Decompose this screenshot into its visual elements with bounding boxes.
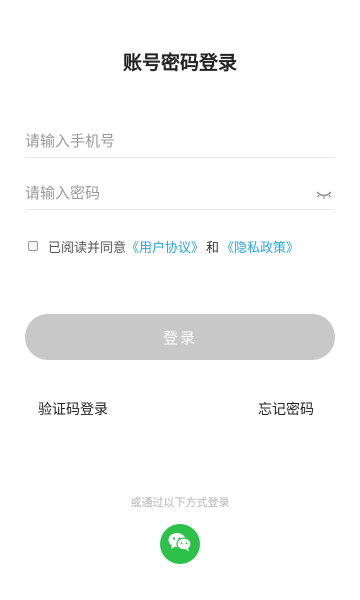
user-agreement-link[interactable]: 《用户协议》 bbox=[126, 237, 204, 256]
privacy-policy-link[interactable]: 《隐私政策》 bbox=[221, 237, 299, 256]
agreement-prefix: 已阅读并同意 bbox=[48, 240, 127, 256]
wechat-icon bbox=[167, 531, 193, 557]
phone-input[interactable] bbox=[25, 126, 335, 156]
wechat-login-button[interactable] bbox=[160, 524, 200, 564]
phone-field bbox=[25, 126, 335, 158]
eye-closed-icon[interactable] bbox=[313, 184, 335, 204]
other-login-label: 或通过以下方式登录 bbox=[130, 496, 230, 509]
agreement-and: 和 bbox=[206, 240, 220, 256]
page-title: 账号密码登录 bbox=[122, 52, 237, 74]
password-field bbox=[25, 178, 335, 210]
agreement-row: 已阅读并同意 《用户协议》 和 《隐私政策》 bbox=[28, 236, 299, 256]
login-button[interactable]: 登录 bbox=[25, 314, 335, 360]
forgot-password-link[interactable]: 忘记密码 bbox=[258, 399, 314, 419]
agreement-checkbox[interactable] bbox=[28, 241, 38, 251]
password-input[interactable] bbox=[25, 178, 335, 208]
sms-login-link[interactable]: 验证码登录 bbox=[38, 399, 108, 419]
